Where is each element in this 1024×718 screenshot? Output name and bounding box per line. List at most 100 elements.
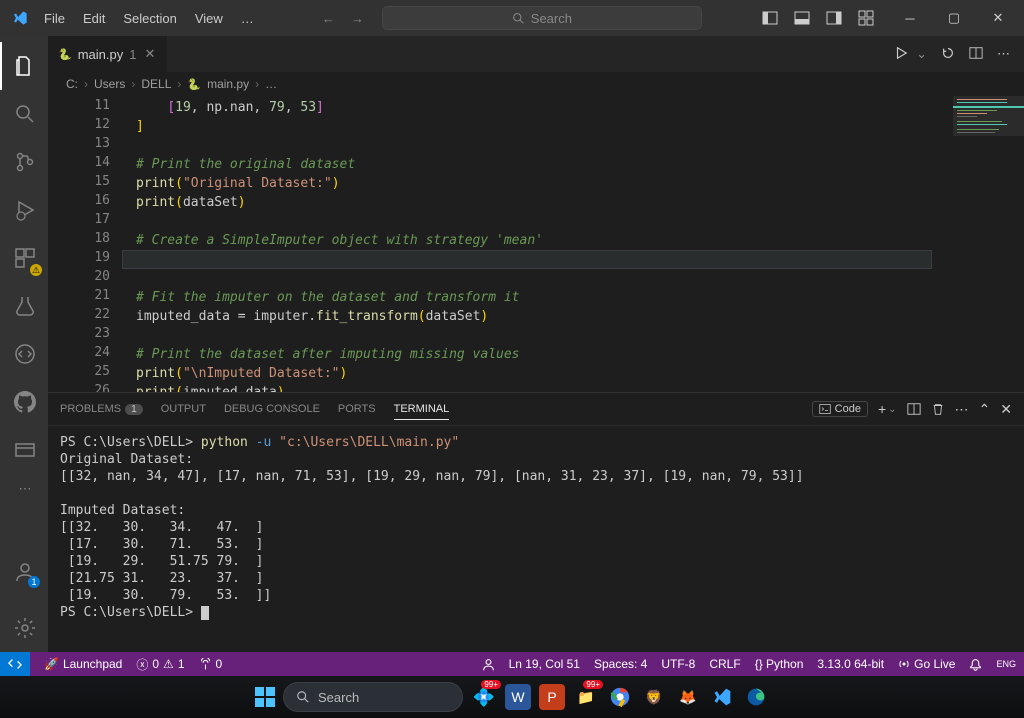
code-line[interactable]: print("\nImputed Dataset:") (136, 364, 1024, 383)
editor-history-icon[interactable] (937, 42, 959, 66)
code-line[interactable] (136, 212, 1024, 231)
encoding-status[interactable]: UTF-8 (661, 657, 695, 671)
panel-tab-problems[interactable]: PROBLEMS1 (60, 399, 143, 419)
tab-close-button[interactable]: ✕ (142, 46, 157, 62)
breadcrumb-seg[interactable]: Users (94, 77, 125, 91)
breadcrumb-seg[interactable]: main.py (207, 77, 249, 91)
python-interpreter[interactable]: 3.13.0 64-bit (817, 657, 884, 671)
activity-run-debug-icon[interactable] (0, 186, 48, 234)
breadcrumb-seg[interactable]: … (265, 77, 277, 91)
go-live-button[interactable]: Go Live (898, 657, 955, 671)
code-line[interactable]: ] (136, 117, 1024, 136)
taskbar-word-icon[interactable]: W (505, 684, 531, 710)
command-center-search[interactable]: Search (382, 6, 702, 30)
menu-file[interactable]: File (36, 7, 73, 30)
panel-tab-ports[interactable]: PORTS (338, 399, 376, 419)
ports-status[interactable]: 0 (199, 657, 223, 671)
close-panel-icon[interactable]: ✕ (1000, 401, 1012, 418)
code-line[interactable]: print("Original Dataset:") (136, 174, 1024, 193)
start-button[interactable] (255, 687, 275, 707)
taskbar-firefox-icon[interactable]: 🦊 (675, 684, 701, 710)
code-line[interactable]: imputed_data = imputer.fit_transform(dat… (136, 307, 1024, 326)
window-close-button[interactable]: ✕ (976, 0, 1020, 36)
code-line[interactable]: [19, np.nan, 79, 53] (136, 98, 1024, 117)
activity-search-icon[interactable] (0, 90, 48, 138)
activity-testing-icon[interactable] (0, 282, 48, 330)
code-line[interactable]: # Fit the imputer on the dataset and tra… (136, 288, 1024, 307)
activity-github-icon[interactable] (0, 378, 48, 426)
problems-count-badge: 1 (125, 404, 143, 415)
terminal-launch-profile[interactable]: Code (812, 401, 868, 417)
taskbar-edge-icon[interactable] (743, 684, 769, 710)
taskbar-explorer-icon[interactable]: 📁99+ (573, 684, 599, 710)
menu-more[interactable]: … (233, 7, 262, 30)
breadcrumb-seg[interactable]: DELL (141, 77, 171, 91)
code-line[interactable] (136, 269, 1024, 288)
split-editor-icon[interactable] (965, 42, 987, 66)
editor[interactable]: 1112131415161718192021222324252627 [19, … (48, 96, 1024, 392)
layout-panel-icon[interactable] (788, 6, 816, 30)
problems-status[interactable]: ⓧ 0 ⚠ 1 (136, 656, 184, 673)
panel-more-icon[interactable]: ⋯ (955, 401, 969, 418)
terminal-line: PS C:\Users\DELL> (60, 604, 1012, 621)
activity-source-control-icon[interactable] (0, 138, 48, 186)
activity-settings-icon[interactable] (0, 604, 48, 652)
vscode-logo-icon (12, 10, 28, 26)
nav-forward-icon[interactable]: → (345, 7, 370, 30)
layout-sidebar-right-icon[interactable] (820, 6, 848, 30)
run-play-icon[interactable] (890, 42, 912, 66)
activity-extensions-icon[interactable]: ⚠ (0, 234, 48, 282)
code-line[interactable]: # Create a SimpleImputer object with str… (136, 231, 1024, 250)
menu-edit[interactable]: Edit (75, 7, 113, 30)
panel-tab-terminal[interactable]: TERMINAL (394, 399, 450, 420)
menu-selection[interactable]: Selection (115, 7, 184, 30)
lang-indicator[interactable]: ENG (996, 660, 1016, 669)
code-line[interactable]: print(imputed_data) (136, 383, 1024, 392)
remote-indicator[interactable] (0, 652, 30, 676)
new-terminal-icon[interactable]: + (878, 401, 886, 417)
code-line[interactable]: print(dataSet) (136, 193, 1024, 212)
menu-view[interactable]: View (187, 7, 231, 30)
cursor-position[interactable]: Ln 19, Col 51 (509, 657, 580, 671)
split-terminal-icon[interactable] (907, 402, 921, 416)
panel-tab-output[interactable]: OUTPUT (161, 399, 206, 419)
taskbar-powerpoint-icon[interactable]: P (539, 684, 565, 710)
window-maximize-button[interactable]: ▢ (932, 0, 976, 36)
indentation-status[interactable]: Spaces: 4 (594, 657, 647, 671)
code-line[interactable] (136, 136, 1024, 155)
taskbar-brave-icon[interactable]: 🦁 (641, 684, 667, 710)
taskbar-chrome-icon[interactable] (607, 684, 633, 710)
breadcrumb-seg[interactable]: C: (66, 77, 78, 91)
activity-explorer-icon[interactable] (0, 42, 48, 90)
activity-accounts-icon[interactable]: 1 (0, 548, 48, 596)
language-mode[interactable]: {} Python (755, 657, 804, 671)
window-minimize-button[interactable]: ─ (888, 0, 932, 36)
activity-remote-icon[interactable] (0, 330, 48, 378)
panel-tab-debug-console[interactable]: DEBUG CONSOLE (224, 399, 320, 419)
nav-back-icon[interactable]: ← (316, 7, 341, 30)
minimap[interactable] (952, 96, 1024, 392)
terminal-output[interactable]: PS C:\Users\DELL> python -u "c:\Users\DE… (48, 426, 1024, 652)
taskbar-copilot-icon[interactable]: 💠99+ (471, 684, 497, 710)
activity-more-icon[interactable]: ⋯ (0, 474, 48, 504)
account-status-icon[interactable] (482, 658, 495, 671)
tab-main-py[interactable]: 🐍 main.py 1 ✕ (48, 36, 168, 72)
launchpad-button[interactable]: 🚀 Launchpad (44, 657, 122, 671)
maximize-panel-icon[interactable]: ⌃ (979, 401, 991, 418)
customize-layout-icon[interactable] (852, 6, 880, 30)
line-number: 22 (48, 307, 136, 326)
activity-live-share-icon[interactable] (0, 426, 48, 474)
eol-status[interactable]: CRLF (709, 657, 740, 671)
breadcrumb[interactable]: C:› Users› DELL› 🐍 main.py› … (48, 72, 1024, 96)
code-line[interactable]: # Print the dataset after imputing missi… (136, 345, 1024, 364)
run-dropdown-icon[interactable]: ⌄ (912, 42, 931, 66)
code-line[interactable] (136, 326, 1024, 345)
editor-more-icon[interactable]: ⋯ (993, 42, 1014, 66)
layout-sidebar-left-icon[interactable] (756, 6, 784, 30)
taskbar-vscode-icon[interactable] (709, 684, 735, 710)
code-line[interactable]: # Print the original dataset (136, 155, 1024, 174)
kill-terminal-icon[interactable] (931, 402, 945, 416)
notifications-icon[interactable] (969, 658, 982, 671)
taskbar-search[interactable]: Search (283, 682, 463, 712)
new-terminal-dropdown-icon[interactable]: ⌄ (888, 404, 896, 415)
